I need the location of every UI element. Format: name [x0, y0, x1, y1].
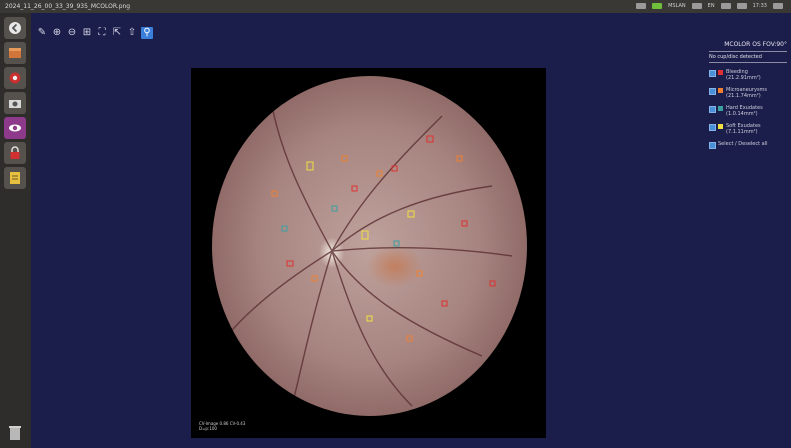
crop-icon: ⛶: [98, 27, 106, 38]
legend-item-microaneurysms[interactable]: Microaneurysms (21.1.74mm²): [709, 87, 787, 99]
checkbox-bleeding[interactable]: [709, 70, 716, 77]
eye-app-icon: [9, 124, 21, 132]
search-icon: ⚲: [143, 27, 151, 38]
image-viewer[interactable]: CV-Image 0.86 CV-0.43 D=p:100: [191, 68, 546, 438]
file-manager-icon: [9, 48, 21, 58]
export-icon: ⇱: [112, 27, 122, 38]
crop-button[interactable]: ⛶: [96, 27, 108, 39]
keyboard-icon[interactable]: [691, 3, 702, 9]
legend-item-hard-exudates[interactable]: Hard Exudates (1.0.14mm²): [709, 105, 787, 117]
app-title: MCOLOR OS FOV:90°: [724, 41, 787, 48]
caption-line-2: D=p:100: [199, 426, 217, 431]
select-all-label: Select / Deselect all: [718, 141, 768, 147]
fundus-image[interactable]: [212, 76, 527, 416]
lock-icon: [10, 146, 20, 159]
system-tray: MSLAN EN 17:33: [636, 3, 783, 9]
document-button[interactable]: [4, 167, 26, 189]
viewer-window: ✎ ⊕ ⊖ ⊞ ⛶ ⇱ ⇧ ⚲ MCOLOR OS FOV:90° CV-Ima…: [31, 13, 791, 448]
window-title: 2024_11_26_00_33_39_935_MCOLOR.png: [5, 3, 131, 10]
keyboard-label[interactable]: EN: [708, 3, 715, 9]
toolbar: ✎ ⊕ ⊖ ⊞ ⛶ ⇱ ⇧ ⚲: [36, 27, 153, 39]
zoom-in-button[interactable]: ⊕: [51, 27, 63, 39]
zoom-in-icon: ⊕: [52, 27, 62, 38]
grid-button[interactable]: ⊞: [81, 27, 93, 39]
upload-button[interactable]: ⇧: [126, 27, 138, 39]
legend-item-bleeding[interactable]: Bleeding (21.2.91mm²): [709, 69, 787, 81]
grid-icon: ⊞: [82, 27, 92, 38]
cup-disc-status: No cup/disc detected: [709, 51, 787, 63]
legend-value: (1.0.14mm²): [726, 111, 758, 117]
power-icon[interactable]: [773, 3, 783, 9]
camera-button[interactable]: [4, 92, 26, 114]
file-manager-button[interactable]: [4, 42, 26, 64]
volume-icon[interactable]: [736, 3, 747, 9]
back-button[interactable]: [4, 17, 26, 39]
checkbox-soft-exudates[interactable]: [709, 124, 716, 131]
zoom-out-button[interactable]: ⊖: [66, 27, 78, 39]
settings-icon: [9, 72, 21, 84]
network-label: MSLAN: [668, 3, 686, 9]
trash-icon[interactable]: [5, 422, 25, 442]
camera-icon: [9, 100, 21, 108]
swatch-soft-exudates: [718, 124, 723, 129]
lock-button[interactable]: [4, 142, 26, 164]
edit-icon: ✎: [37, 27, 47, 38]
swatch-bleeding: [718, 70, 723, 75]
legend-item-soft-exudates[interactable]: Soft Exudates (7.1.11mm²): [709, 123, 787, 135]
clock[interactable]: 17:33: [753, 3, 767, 9]
display-icon[interactable]: [636, 3, 647, 9]
eye-app-button[interactable]: [4, 117, 26, 139]
checkbox-select-all[interactable]: [709, 142, 716, 149]
upload-icon: ⇧: [127, 27, 137, 38]
bluetooth-icon[interactable]: [720, 3, 731, 9]
legend-value: (7.1.11mm²): [726, 129, 758, 135]
select-all-row[interactable]: Select / Deselect all: [709, 141, 787, 149]
search-button[interactable]: ⚲: [141, 27, 153, 39]
image-caption: CV-Image 0.86 CV-0.43 D=p:100: [199, 421, 245, 431]
checkbox-hard-exudates[interactable]: [709, 106, 716, 113]
vessel-overlay: [226, 105, 513, 407]
zoom-out-icon: ⊖: [67, 27, 77, 38]
detection-panel: No cup/disc detected Bleeding (21.2.91mm²…: [709, 51, 787, 149]
swatch-microaneurysms: [718, 88, 723, 93]
back-icon: [9, 22, 21, 34]
swatch-hard-exudates: [718, 106, 723, 111]
document-icon: [10, 172, 20, 184]
export-button[interactable]: ⇱: [111, 27, 123, 39]
title-bar: 2024_11_26_00_33_39_935_MCOLOR.png MSLAN…: [0, 0, 791, 13]
network-icon[interactable]: [652, 3, 663, 9]
launcher: [0, 13, 31, 448]
legend-value: (21.2.91mm²): [726, 75, 761, 81]
edit-button[interactable]: ✎: [36, 27, 48, 39]
settings-button[interactable]: [4, 67, 26, 89]
legend-value: (21.1.74mm²): [726, 93, 761, 99]
checkbox-microaneurysms[interactable]: [709, 88, 716, 95]
